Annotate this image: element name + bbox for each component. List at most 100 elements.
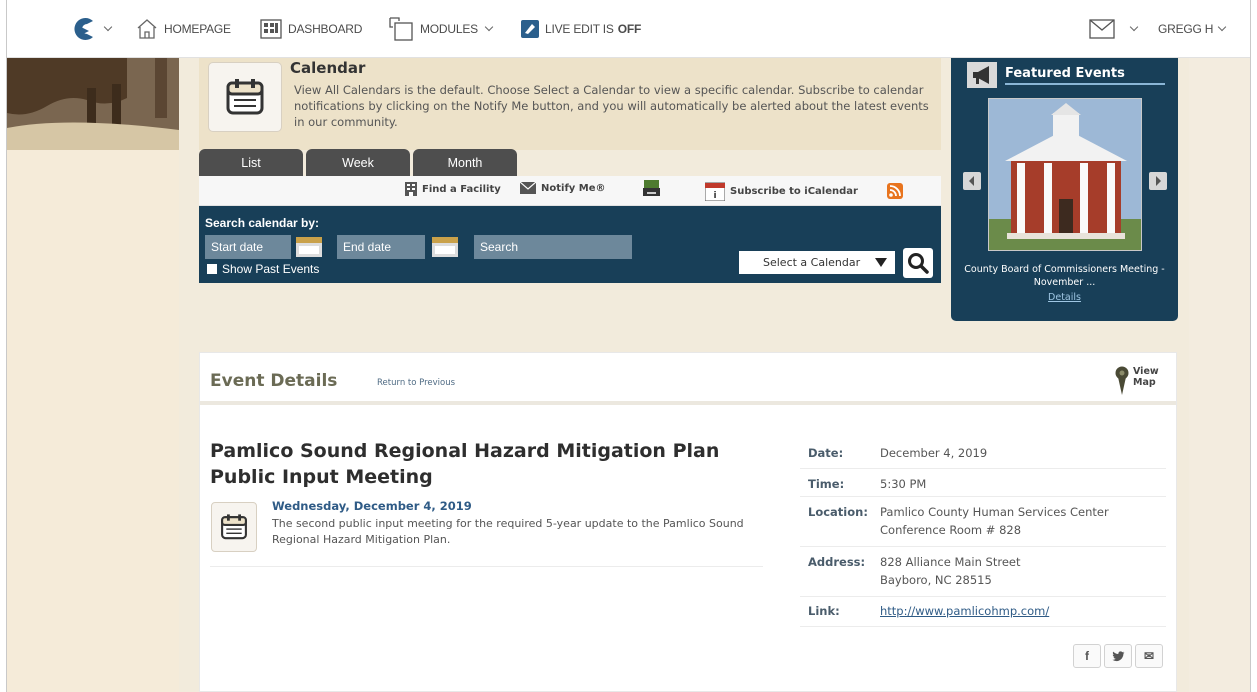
user-menu[interactable]: GREGG H [1158, 0, 1227, 58]
calendar-search-panel: Search calendar by: Start date End date … [199, 206, 941, 283]
facebook-icon: f [1085, 649, 1089, 663]
share-buttons: f ✉ [1070, 644, 1163, 668]
search-button[interactable] [903, 248, 933, 278]
notify-me-label: Notify Me® [541, 182, 606, 194]
start-date-input[interactable]: Start date [205, 235, 291, 259]
twitter-icon [1111, 650, 1124, 661]
event-details-title: Event Details [210, 371, 338, 391]
event-title: Pamlico Sound Regional Hazard Mitigation… [210, 440, 720, 488]
email-icon: ✉ [1143, 649, 1155, 663]
end-date-input[interactable]: End date [337, 235, 425, 259]
address-value: 828 Alliance Main Street Bayboro, NC 285… [880, 555, 1021, 587]
featured-events-panel: Featured Events County Board of Commissi… [951, 58, 1178, 321]
modules-menu[interactable]: MODULES [387, 0, 494, 58]
mail-icon [1089, 19, 1115, 39]
rss-icon [887, 183, 903, 199]
detail-row-date: Date: December 4, 2019 [800, 441, 1166, 469]
notify-me-button[interactable]: Notify Me® [520, 182, 606, 194]
divider [210, 566, 763, 567]
email-share-button[interactable]: ✉ [1135, 644, 1163, 668]
subscribe-label: Subscribe to iCalendar [730, 185, 858, 197]
event-date-heading: Wednesday, December 4, 2019 [272, 499, 472, 513]
calendar-description: View All Calendars is the default. Choos… [294, 83, 929, 129]
home-icon [137, 19, 157, 39]
dashboard-link[interactable]: DASHBOARD [259, 0, 362, 58]
select-calendar-label: Select a Calendar [763, 256, 861, 269]
header-photo [7, 58, 179, 150]
admin-toolbar: HOMEPAGE DASHBOARD MODULES LIVE EDIT IS … [7, 0, 1250, 58]
calendar-icon [226, 79, 264, 115]
live-edit-label: LIVE EDIT IS [545, 22, 614, 36]
prev-arrow-button[interactable] [963, 172, 981, 190]
dropdown-arrow-icon [875, 258, 887, 267]
time-label: Time: [808, 477, 845, 491]
detail-row-time: Time: 5:30 PM [800, 469, 1166, 497]
chevron-right-icon [1156, 176, 1161, 186]
detail-row-location: Location: Pamlico County Human Services … [800, 497, 1166, 547]
show-past-events-checkbox[interactable]: Show Past Events [207, 262, 319, 276]
featured-details-link[interactable]: Details [951, 292, 1178, 303]
messages-menu[interactable] [1089, 0, 1139, 58]
rss-button[interactable] [887, 183, 903, 199]
chevron-down-icon [484, 22, 494, 32]
featured-event-image[interactable] [988, 98, 1142, 251]
date-label: Date: [808, 446, 844, 460]
featured-events-title: Featured Events [1005, 66, 1165, 85]
tab-week[interactable]: Week [306, 149, 410, 176]
chevron-left-icon [969, 176, 974, 186]
calendar-tools: Find a Facility Notify Me® i Subscribe t… [199, 176, 941, 206]
date-picker-icon[interactable] [432, 237, 458, 257]
dashboard-icon [260, 19, 282, 39]
address-label: Address: [808, 555, 866, 569]
view-map-button[interactable]: View Map [1115, 366, 1163, 396]
site-logo-menu[interactable] [69, 0, 113, 58]
chevron-down-icon [1129, 22, 1139, 32]
event-details-card: Event Details Return to Previous View Ma… [199, 352, 1177, 692]
live-edit-toggle[interactable]: LIVE EDIT IS OFF [520, 0, 641, 58]
twitter-share-button[interactable] [1104, 644, 1132, 668]
link-label: Link: [808, 604, 840, 618]
search-input[interactable]: Search [474, 235, 632, 259]
facebook-share-button[interactable]: f [1073, 644, 1101, 668]
location-label: Location: [808, 505, 868, 519]
search-icon [908, 253, 929, 274]
modules-label: MODULES [420, 22, 478, 36]
print-button[interactable] [643, 180, 660, 198]
location-value: Pamlico County Human Services Center Con… [880, 505, 1109, 537]
event-description: The second public input meeting for the … [272, 517, 744, 546]
icalendar-icon: i [705, 182, 725, 201]
checkbox[interactable] [207, 264, 217, 274]
calendar-module-icon [208, 62, 282, 132]
svg-text:i: i [713, 191, 716, 201]
live-edit-icon [521, 20, 539, 38]
detail-row-address: Address: 828 Alliance Main Street Baybor… [800, 547, 1166, 597]
browser-frame: HOMEPAGE DASHBOARD MODULES LIVE EDIT IS … [6, 0, 1251, 692]
subscribe-icalendar-button[interactable]: i Subscribe to iCalendar [705, 181, 858, 201]
event-calendar-icon-box [211, 502, 257, 552]
select-calendar-dropdown[interactable]: Select a Calendar [739, 251, 895, 274]
date-picker-icon[interactable] [296, 237, 322, 257]
printer-icon [643, 180, 660, 196]
tab-month[interactable]: Month [413, 149, 517, 176]
tab-list[interactable]: List [199, 149, 303, 176]
page-background-left [7, 58, 179, 692]
view-map-label: View Map [1133, 366, 1159, 388]
live-edit-state: OFF [617, 22, 642, 36]
homepage-link[interactable]: HOMEPAGE [135, 0, 231, 58]
next-arrow-button[interactable] [1149, 172, 1167, 190]
find-facility-label: Find a Facility [422, 183, 501, 195]
facility-icon [405, 182, 417, 196]
chevron-down-icon [1218, 22, 1227, 32]
dashboard-label: DASHBOARD [288, 22, 363, 36]
event-details-header: Event Details Return to Previous View Ma… [200, 353, 1176, 405]
show-past-events-label: Show Past Events [222, 262, 320, 276]
calendar-title: Calendar [290, 59, 366, 77]
map-pin-icon [1115, 366, 1129, 395]
event-website-link[interactable]: http://www.pamlicohmp.com/ [880, 604, 1049, 618]
featured-event-caption: County Board of Commissioners Meeting - … [964, 264, 1165, 288]
detail-row-link: Link: http://www.pamlicohmp.com/ [800, 597, 1166, 627]
return-to-previous-link[interactable]: Return to Previous [377, 378, 455, 388]
find-facility-button[interactable]: Find a Facility [405, 182, 501, 196]
chevron-down-icon [103, 22, 113, 32]
calendar-icon [221, 514, 247, 540]
